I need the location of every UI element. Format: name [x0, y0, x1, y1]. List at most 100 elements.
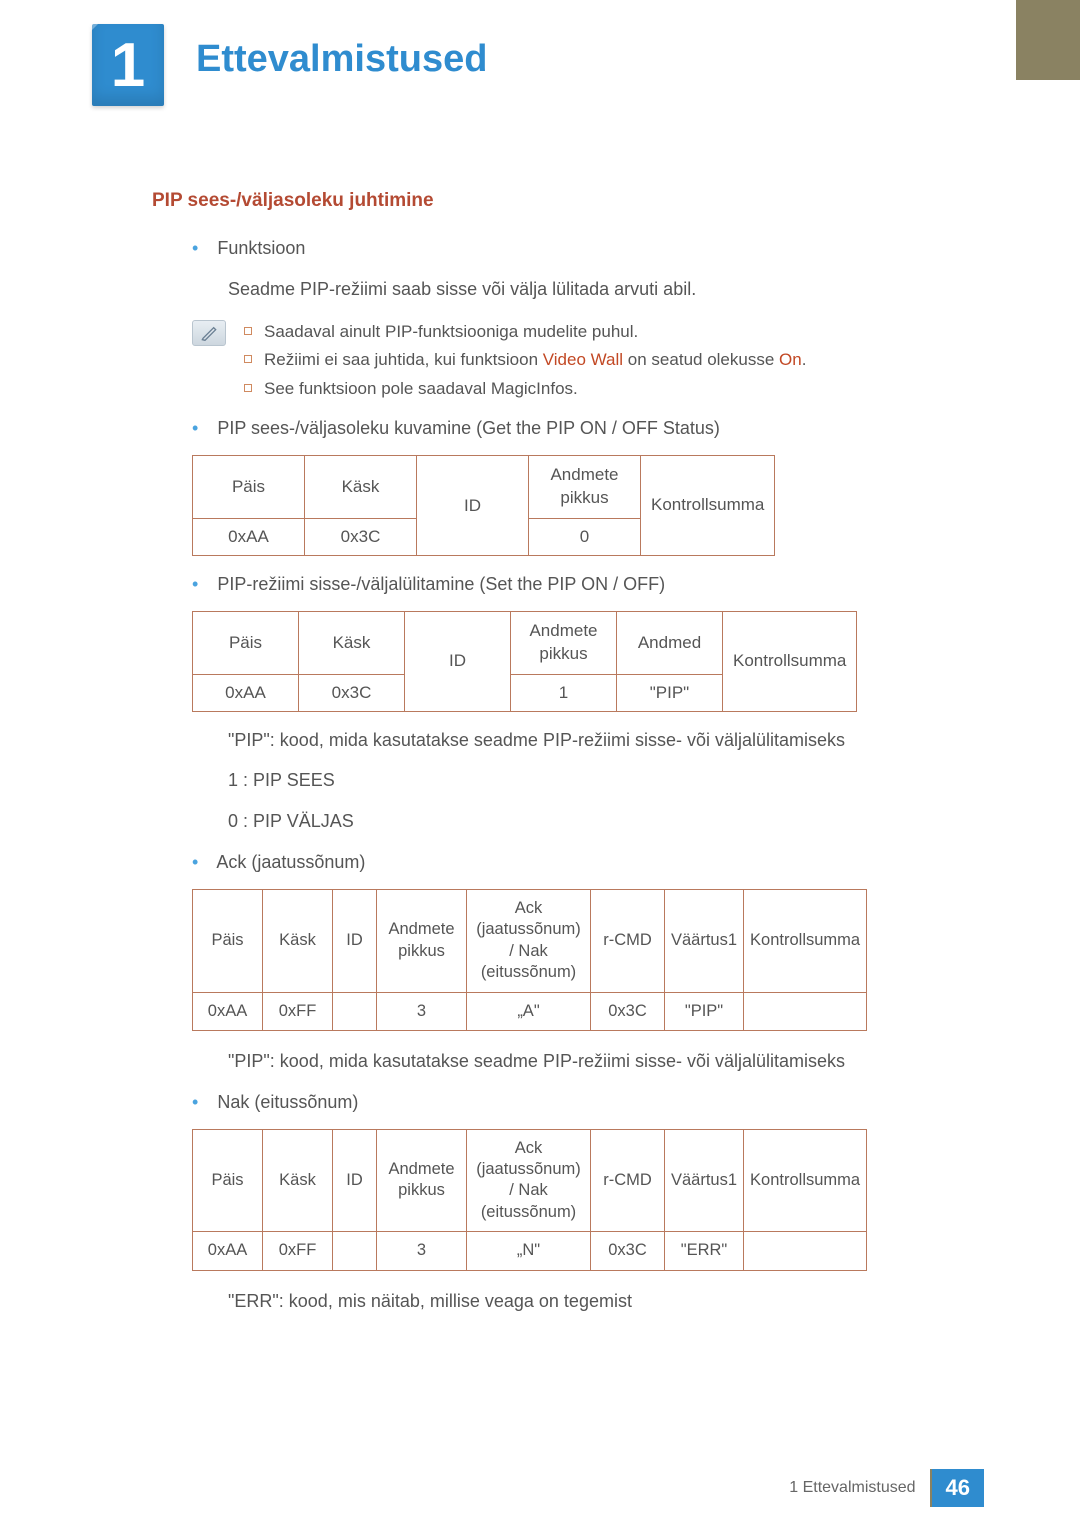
td: 0xAA: [193, 518, 305, 555]
bullet-text: PIP sees-/väljasoleku kuvamine (Get the …: [217, 418, 720, 438]
cell: ID: [333, 889, 377, 992]
cell: "ERR": [665, 1232, 744, 1270]
bullet-nak: Nak (eitussõnum): [192, 1088, 984, 1117]
cell: 0xFF: [263, 992, 333, 1030]
table-nak: PäisKäskIDAndmete pikkusAck (jaatussõnum…: [192, 1129, 867, 1271]
th-andmete-pikkus: Andmete pikkus: [529, 456, 641, 519]
td: 0: [529, 518, 641, 555]
th-kontrollsumma: Kontrollsumma: [641, 456, 775, 556]
td: 1: [511, 674, 617, 711]
cell: Ack (jaatussõnum) / Nak (eitussõnum): [467, 1129, 591, 1232]
cell: [744, 1232, 867, 1270]
td: "PIP": [617, 674, 723, 711]
highlight-video-wall: Video Wall: [543, 350, 623, 369]
content-area: PIP sees-/väljasoleku juhtimine Funktsio…: [152, 190, 984, 1328]
cell: [744, 992, 867, 1030]
note-text: Režiimi ei saa juhtida, kui funktsioon V…: [264, 346, 806, 375]
bullet-set-pip: PIP-režiimi sisse-/väljalülitamine (Set …: [192, 570, 984, 599]
table-row: 0xAA0xFF 3„N"0x3C"ERR": [193, 1232, 867, 1270]
th-id: ID: [405, 611, 511, 711]
cell: Kontrollsumma: [744, 889, 867, 992]
cell: r-CMD: [591, 1129, 665, 1232]
pip-code-desc-2: "PIP": kood, mida kasutatakse seadme PIP…: [228, 1047, 984, 1076]
err-desc: "ERR": kood, mis näitab, millise veaga o…: [228, 1287, 984, 1316]
cell: 3: [377, 992, 467, 1030]
note-item-3: See funktsioon pole saadaval MagicInfos.: [244, 375, 984, 404]
bullet-get-status: PIP sees-/väljasoleku kuvamine (Get the …: [192, 414, 984, 443]
note-item-1: Saadaval ainult PIP-funktsiooniga mudeli…: [244, 318, 984, 347]
cell: Päis: [193, 889, 263, 992]
cell: r-CMD: [591, 889, 665, 992]
cell: Ack (jaatussõnum) / Nak (eitussõnum): [467, 889, 591, 992]
cell: „N": [467, 1232, 591, 1270]
chapter-number: 1: [111, 30, 145, 101]
page-curl-icon: [86, 18, 104, 36]
pip-code-desc: "PIP": kood, mida kasutatakse seadme PIP…: [228, 726, 984, 755]
th-pais: Päis: [193, 611, 299, 674]
bullet-text: Nak (eitussõnum): [217, 1092, 358, 1112]
table-header-row: Päis Käsk ID Andmete pikkus Kontrollsumm…: [193, 456, 775, 519]
bullet-ack: Ack (jaatussõnum): [192, 848, 984, 877]
square-bullet-icon: [244, 327, 252, 335]
footer-page-number: 46: [932, 1469, 984, 1507]
table-ack: PäisKäskIDAndmete pikkusAck (jaatussõnum…: [192, 889, 867, 1031]
note-text: Saadaval ainult PIP-funktsiooniga mudeli…: [264, 318, 638, 347]
footer: 1 Ettevalmistused 46: [775, 1469, 984, 1507]
chapter-title: Ettevalmistused: [196, 38, 487, 81]
note-list: Saadaval ainult PIP-funktsiooniga mudeli…: [244, 318, 984, 405]
table-get-status: Päis Käsk ID Andmete pikkus Kontrollsumm…: [192, 455, 775, 556]
table-set-pip: Päis Käsk ID Andmete pikkus Andmed Kontr…: [192, 611, 857, 712]
td: 0xAA: [193, 674, 299, 711]
footer-chapter-label: 1 Ettevalmistused: [775, 1469, 931, 1507]
th-pais: Päis: [193, 456, 305, 519]
cell: "PIP": [665, 992, 744, 1030]
section-title: PIP sees-/väljasoleku juhtimine: [152, 190, 984, 212]
th-kontrollsumma: Kontrollsumma: [723, 611, 857, 711]
page: 1 Ettevalmistused PIP sees-/väljasoleku …: [0, 0, 1080, 1527]
cell: Väärtus1: [665, 889, 744, 992]
cell: Andmete pikkus: [377, 1129, 467, 1232]
square-bullet-icon: [244, 384, 252, 392]
table-header-row: PäisKäskIDAndmete pikkusAck (jaatussõnum…: [193, 1129, 867, 1232]
cell: 0x3C: [591, 992, 665, 1030]
table-header-row: Päis Käsk ID Andmete pikkus Andmed Kontr…: [193, 611, 857, 674]
cell: ID: [333, 1129, 377, 1232]
note-item-2: Režiimi ei saa juhtida, kui funktsioon V…: [244, 346, 984, 375]
cell: 0xAA: [193, 1232, 263, 1270]
header-accent-bar: [1016, 0, 1080, 80]
cell: Andmete pikkus: [377, 889, 467, 992]
table-header-row: PäisKäskIDAndmete pikkusAck (jaatussõnum…: [193, 889, 867, 992]
th-andmed: Andmed: [617, 611, 723, 674]
note-icon: [192, 320, 226, 346]
cell: Väärtus1: [665, 1129, 744, 1232]
pip-sees: 1 : PIP SEES: [228, 766, 984, 795]
cell: Päis: [193, 1129, 263, 1232]
th-kask: Käsk: [299, 611, 405, 674]
cell: [333, 992, 377, 1030]
cell: 0xFF: [263, 1232, 333, 1270]
td: 0x3C: [299, 674, 405, 711]
cell: „A": [467, 992, 591, 1030]
cell: Käsk: [263, 1129, 333, 1232]
cell: Käsk: [263, 889, 333, 992]
bullet-funktsioon: Funktsioon: [192, 234, 984, 263]
bullet-text: PIP-režiimi sisse-/väljalülitamine (Set …: [217, 574, 665, 594]
cell: 0xAA: [193, 992, 263, 1030]
chapter-number-badge: 1: [92, 24, 164, 106]
bullet-label: Funktsioon: [217, 238, 305, 258]
td: 0x3C: [305, 518, 417, 555]
highlight-on: On: [779, 350, 802, 369]
bullet-text: Ack (jaatussõnum): [216, 852, 365, 872]
th-id: ID: [417, 456, 529, 556]
square-bullet-icon: [244, 355, 252, 363]
cell: Kontrollsumma: [744, 1129, 867, 1232]
pip-valjas: 0 : PIP VÄLJAS: [228, 807, 984, 836]
cell: [333, 1232, 377, 1270]
note-block: Saadaval ainult PIP-funktsiooniga mudeli…: [192, 318, 984, 405]
note-text: See funktsioon pole saadaval MagicInfos.: [264, 375, 578, 404]
table-row: 0xAA0xFF 3„A"0x3C"PIP": [193, 992, 867, 1030]
th-andmete-pikkus: Andmete pikkus: [511, 611, 617, 674]
funktsioon-desc: Seadme PIP-režiimi saab sisse või välja …: [228, 275, 984, 304]
cell: 0x3C: [591, 1232, 665, 1270]
cell: 3: [377, 1232, 467, 1270]
